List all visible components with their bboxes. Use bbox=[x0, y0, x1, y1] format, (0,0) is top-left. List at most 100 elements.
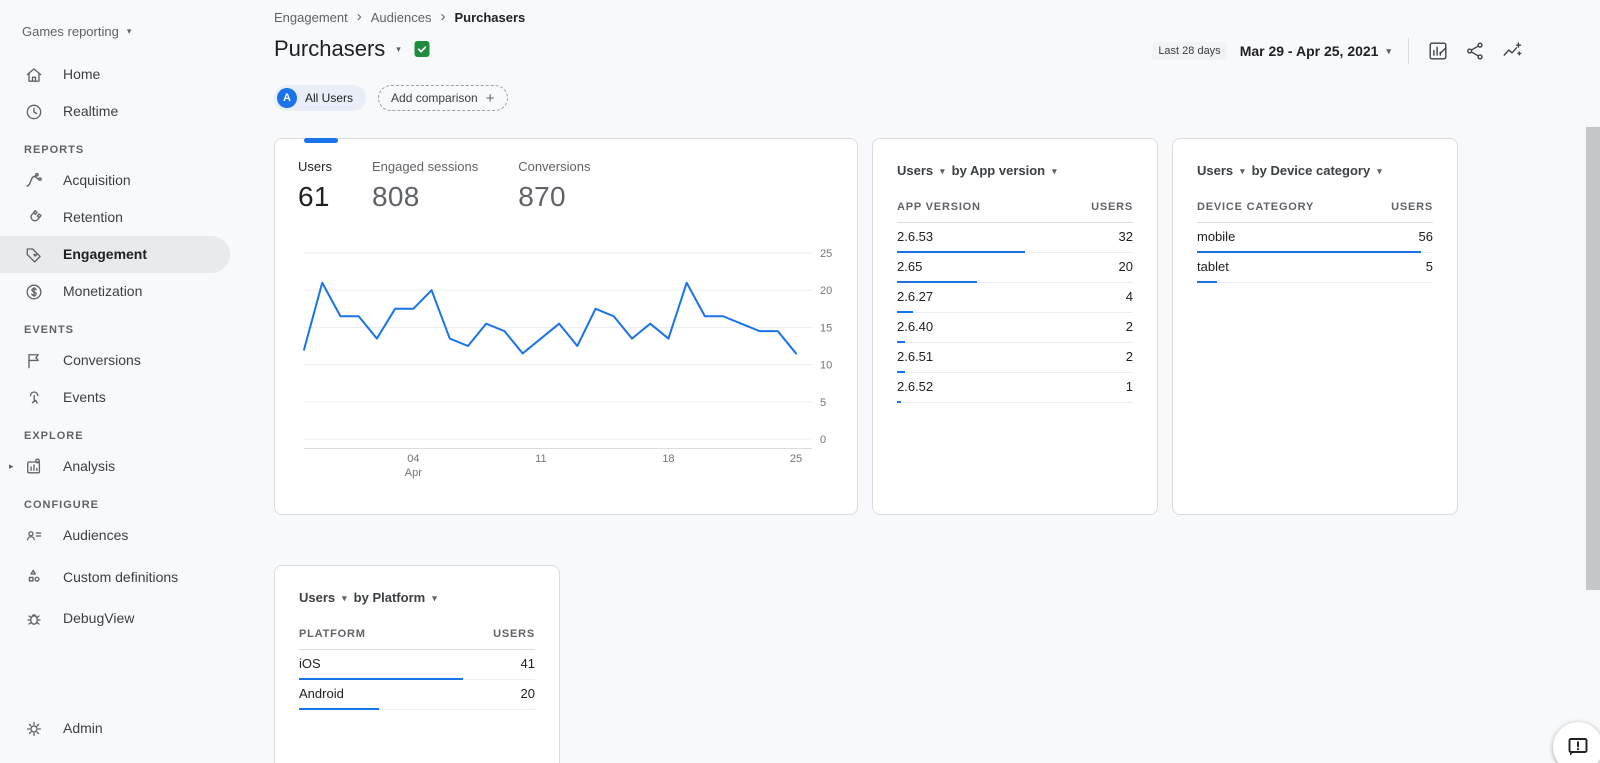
acquisition-icon bbox=[24, 171, 44, 191]
customize-report-icon[interactable] bbox=[1426, 39, 1450, 63]
dimension-column-header: PLATFORM bbox=[299, 628, 366, 640]
add-comparison-button[interactable]: Add comparison + bbox=[378, 85, 507, 111]
dimension-value: mobile bbox=[1197, 229, 1235, 252]
dollar-icon bbox=[24, 282, 44, 302]
date-range-label: Mar 29 - Apr 25, 2021 bbox=[1240, 43, 1379, 59]
share-icon[interactable] bbox=[1463, 39, 1487, 63]
bug-icon bbox=[24, 609, 44, 629]
svg-text:0: 0 bbox=[820, 434, 826, 446]
chevron-down-icon[interactable]: ▾ bbox=[1240, 165, 1245, 176]
metric-value: 1 bbox=[1126, 379, 1133, 402]
value-bar bbox=[299, 708, 379, 710]
page-title: Purchasers bbox=[274, 36, 385, 62]
table-row: tablet 5 bbox=[1197, 253, 1433, 283]
chevron-right-icon: › bbox=[440, 9, 445, 26]
chevron-down-icon[interactable]: ▾ bbox=[432, 592, 437, 603]
nav-section-explore: EXPLORE bbox=[0, 416, 256, 448]
table-header: APP VERSION USERS bbox=[897, 201, 1133, 223]
dimension-dropdown[interactable]: by Device category bbox=[1252, 163, 1371, 178]
verified-report-icon[interactable] bbox=[412, 39, 432, 59]
sidebar-item-label: Audiences bbox=[63, 527, 128, 544]
metric-value: 41 bbox=[521, 656, 535, 679]
table-row: 2.6.40 2 bbox=[897, 313, 1133, 343]
metric-value: 20 bbox=[1119, 259, 1133, 282]
sidebar-item-home[interactable]: Home bbox=[0, 56, 230, 93]
svg-text:15: 15 bbox=[820, 322, 832, 334]
property-selector[interactable]: Games reporting ▾ bbox=[0, 0, 256, 40]
svg-text:25: 25 bbox=[790, 453, 802, 465]
avatar: A bbox=[277, 88, 297, 108]
table-row: 2.6.52 1 bbox=[897, 373, 1133, 403]
insights-icon[interactable] bbox=[1500, 39, 1524, 63]
sidebar-item-label: Conversions bbox=[63, 352, 141, 369]
value-bar bbox=[1197, 281, 1217, 283]
metric-dropdown[interactable]: Users bbox=[299, 590, 335, 605]
chevron-down-icon[interactable]: ▾ bbox=[396, 45, 401, 54]
dimension-dropdown[interactable]: by Platform bbox=[354, 590, 426, 605]
metric-value: 56 bbox=[1419, 229, 1433, 252]
sidebar-item-conversions[interactable]: Conversions bbox=[0, 342, 230, 379]
sidebar-item-audiences[interactable]: Audiences bbox=[0, 517, 230, 554]
users-over-time-line-chart[interactable]: 051015202504Apr111825 bbox=[275, 139, 857, 514]
dimension-value: iOS bbox=[299, 656, 321, 679]
sidebar-item-label: DebugView bbox=[63, 610, 134, 627]
breadcrumb-purchasers: Purchasers bbox=[454, 10, 525, 25]
sidebar-item-label: Custom definitions bbox=[63, 569, 178, 586]
table-row: 2.65 20 bbox=[897, 253, 1133, 283]
date-preset-badge: Last 28 days bbox=[1152, 42, 1226, 60]
dimension-value: 2.65 bbox=[897, 259, 922, 282]
dimension-value: 2.6.27 bbox=[897, 289, 933, 312]
svg-text:Apr: Apr bbox=[405, 467, 422, 479]
chevron-down-icon[interactable]: ▾ bbox=[1052, 165, 1057, 176]
metric-value: 2 bbox=[1126, 319, 1133, 342]
vertical-scrollbar[interactable] bbox=[1586, 127, 1600, 590]
nav-section-events: EVENTS bbox=[0, 310, 256, 342]
sidebar-item-acquisition[interactable]: Acquisition bbox=[0, 162, 230, 199]
svg-text:10: 10 bbox=[820, 360, 832, 372]
clock-icon bbox=[24, 102, 44, 122]
dimension-value: tablet bbox=[1197, 259, 1229, 282]
feedback-button[interactable] bbox=[1553, 722, 1600, 763]
breadcrumb-audiences[interactable]: Audiences bbox=[371, 10, 432, 25]
all-users-chip[interactable]: A All Users bbox=[274, 85, 366, 111]
dimension-value: 2.6.53 bbox=[897, 229, 933, 252]
dimension-column-header: DEVICE CATEGORY bbox=[1197, 201, 1314, 213]
sidebar-item-realtime[interactable]: Realtime bbox=[0, 93, 230, 130]
chevron-down-icon[interactable]: ▾ bbox=[940, 165, 945, 176]
expand-arrow-icon[interactable]: ▸ bbox=[9, 461, 14, 472]
table-row: 2.6.53 32 bbox=[897, 223, 1133, 253]
metric-column-header: USERS bbox=[1091, 201, 1133, 213]
svg-text:18: 18 bbox=[662, 453, 674, 465]
feedback-bubble-icon bbox=[1566, 735, 1590, 759]
breadcrumb-engagement[interactable]: Engagement bbox=[274, 10, 348, 25]
chevron-down-icon: ▾ bbox=[1386, 47, 1391, 56]
sidebar-item-monetization[interactable]: Monetization bbox=[0, 273, 230, 310]
svg-text:20: 20 bbox=[820, 285, 832, 297]
home-icon bbox=[24, 65, 44, 85]
tag-icon bbox=[24, 245, 44, 265]
table-header: PLATFORM USERS bbox=[299, 628, 535, 650]
sidebar-item-debugview[interactable]: DebugView bbox=[0, 600, 230, 637]
dimension-table: APP VERSION USERS 2.6.53 32 2.65 20 2.6.… bbox=[897, 201, 1133, 403]
table-header: DEVICE CATEGORY USERS bbox=[1197, 201, 1433, 223]
sidebar-item-custom-definitions[interactable]: Custom definitions bbox=[0, 554, 230, 600]
divider bbox=[1408, 38, 1409, 64]
svg-text:25: 25 bbox=[820, 248, 832, 260]
sidebar-item-analysis[interactable]: ▸ Analysis bbox=[0, 448, 230, 485]
nav-section-configure: CONFIGURE bbox=[0, 485, 256, 517]
dimension-value: 2.6.40 bbox=[897, 319, 933, 342]
metric-dropdown[interactable]: Users bbox=[1197, 163, 1233, 178]
date-range-picker[interactable]: Mar 29 - Apr 25, 2021 ▾ bbox=[1240, 43, 1391, 59]
sidebar-item-label: Analysis bbox=[63, 458, 115, 475]
metric-dropdown[interactable]: Users bbox=[897, 163, 933, 178]
chevron-down-icon[interactable]: ▾ bbox=[1377, 165, 1382, 176]
dimension-dropdown[interactable]: by App version bbox=[952, 163, 1045, 178]
sidebar-item-label: Retention bbox=[63, 209, 123, 226]
sidebar-item-admin[interactable]: Admin bbox=[0, 710, 230, 747]
sidebar-item-engagement[interactable]: Engagement bbox=[0, 236, 230, 273]
sidebar-item-events[interactable]: Events bbox=[0, 379, 230, 416]
nav-section-reports: REPORTS bbox=[0, 130, 256, 162]
sidebar-item-retention[interactable]: Retention bbox=[0, 199, 230, 236]
chevron-down-icon[interactable]: ▾ bbox=[342, 592, 347, 603]
dimension-value: 2.6.52 bbox=[897, 379, 933, 402]
